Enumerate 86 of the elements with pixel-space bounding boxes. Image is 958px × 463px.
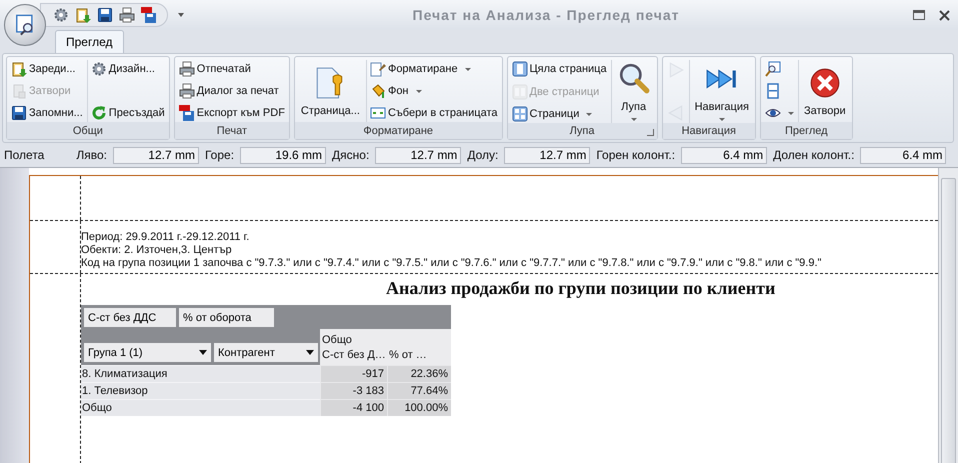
ribbon-button[interactable]: Пресъздай [90,104,166,122]
table-cell: -3 183 [320,382,387,399]
row-field-button[interactable]: Група 1 (1) [84,343,211,362]
group-title: Общи [72,124,103,136]
ribbon-button[interactable]: Събери в страницата [368,104,498,122]
caret-icon [416,90,422,92]
row-header-cell: 8. Климатизация [81,365,320,382]
group-title: Лупа [570,125,595,137]
column-header-cell: Общо [320,329,451,347]
dropdown-arrow-icon [306,350,314,355]
margin-field[interactable]: 6.4 mm [860,146,946,164]
close-circle-icon [808,66,842,100]
pdf-floppy-icon [141,7,157,23]
field-label: Ляво: [76,148,107,162]
margin-field[interactable]: 12.7 mm [112,146,199,164]
data-field-button[interactable]: % от оборота [179,308,274,327]
ribbon-button[interactable]: Лупа [614,60,654,123]
gear-icon [90,61,107,77]
refresh-icon [90,105,107,121]
data-field-button[interactable]: С-ст без ДДС [84,308,176,327]
window-title: Печат на Анализа - Преглед печат [412,7,680,23]
ribbon-button[interactable]: Диалог за печат [178,82,286,100]
caret-icon [788,112,794,114]
gear-icon [53,7,69,23]
row-header-cell: Общо [81,399,320,416]
margins-label: Полета [4,148,44,162]
ribbon-button[interactable]: Затвори [800,60,849,122]
group-title: Преглед [784,124,828,136]
pdf-floppy-icon [178,105,195,121]
document-icon [11,83,27,99]
page-grid-icon [512,106,528,122]
field-label: Дясно: [332,148,370,162]
row-field-button[interactable]: Контрагент [214,343,318,362]
column-header-cell: % от … [387,347,451,365]
column-header-cell: С-ст без Д… [320,347,387,365]
clipboard-icon [11,61,27,77]
single-page-icon [512,61,528,77]
field-label: Долу: [467,148,498,162]
row-header-cell: 1. Телевизор [81,382,320,399]
ribbon-button[interactable]: Зареди... [10,60,84,78]
printer-icon [178,61,195,77]
brush-document-icon [370,61,386,77]
group-title: Форматиране [363,124,434,136]
group-title: Печат [216,124,248,136]
field-label: Горен колонт.: [596,148,676,162]
printer-icon [119,7,135,23]
table-cell: -917 [320,365,387,382]
magnifier-page-icon [764,61,781,77]
margin-field[interactable]: 19.6 mm [240,146,326,164]
table-cell: 77.64% [387,382,451,399]
field-label: Долен колонт.: [773,148,854,162]
ribbon-button[interactable]: Експорт към PDF [178,104,286,122]
ribbon-button[interactable]: Цяла страница [510,60,608,78]
margin-field[interactable]: 12.7 mm [375,146,462,164]
caret-icon [586,112,592,116]
page-icon [764,83,781,99]
ribbon-button[interactable]: Страница... [298,60,363,122]
table-cell: 22.36% [387,365,451,382]
dialog-launcher-icon[interactable] [646,129,654,136]
customize-caret-icon[interactable] [178,13,184,17]
field-label: Горе: [204,148,234,162]
fit-page-icon [370,105,386,121]
ribbon-tab[interactable]: Преглед [55,30,124,53]
scrollbar-thumb[interactable] [941,178,956,463]
close-icon [938,10,950,20]
ribbon-button[interactable]: Страници [510,105,608,123]
header-line: Период: 29.9.2011 г.-29.12.2011 г. [81,231,250,244]
ribbon-button[interactable]: Отпечатай [178,60,286,78]
clipboard-icon [75,7,91,23]
ribbon-button[interactable]: Фон [368,82,498,100]
header-line: Код на група позиции 1 започва с "9.7.3." или с "9.7.4." или с "9.7.5." или с "9.7.6." или с "9.7.7." или с "9.7.8." или с "9.7.9." или с "9.8." или с "9.9." [81,257,822,270]
table-cell: 100.00% [387,399,451,416]
ribbon-button[interactable]: Форматиране [368,60,498,78]
report-title: Анализ продажби по групи позиции по клиенти [386,278,776,299]
printer-icon [178,83,195,99]
margin-field[interactable]: 12.7 mm [504,146,590,164]
header-line: Обекти: 2. Източен,3. Център [81,244,233,257]
table-cell: -4 100 [320,399,387,416]
ribbon-button[interactable]: Запомни... [10,104,84,122]
group-title: Навигация [682,125,736,137]
margin-field[interactable]: 6.4 mm [681,146,768,164]
ribbon-button[interactable]: Дизайн... [90,60,166,78]
two-pages-icon [512,84,528,100]
maximize-icon [913,10,925,20]
caret-icon [464,68,471,70]
dropdown-arrow-icon [199,350,207,355]
